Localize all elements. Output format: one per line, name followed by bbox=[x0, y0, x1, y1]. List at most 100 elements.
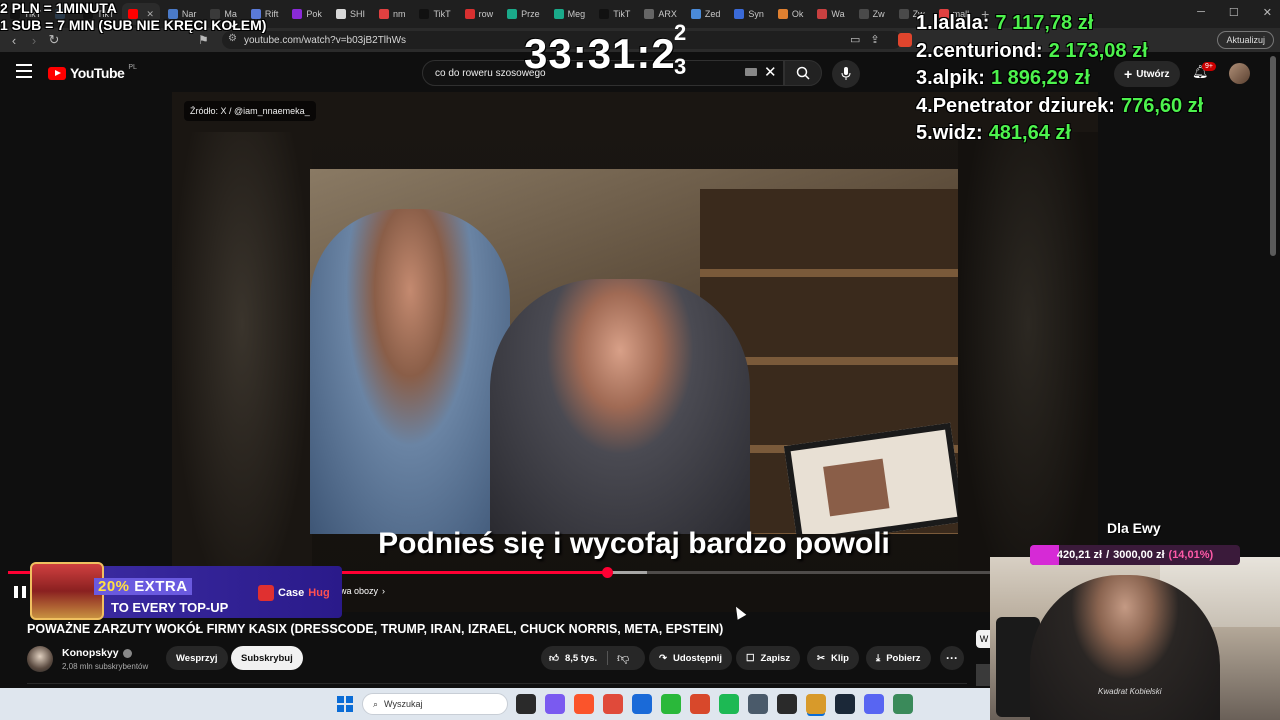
bookmark-icon[interactable]: ⚑ bbox=[198, 33, 209, 47]
save-label: Zapisz bbox=[760, 652, 791, 664]
menu-icon[interactable] bbox=[16, 64, 32, 78]
taskbar-search[interactable]: ⌕ Wyszukaj bbox=[362, 693, 508, 715]
like-button[interactable]: 👍︎ 8,5 tys. bbox=[549, 646, 597, 670]
donation-goal-title: Dla Ewy bbox=[1107, 520, 1161, 536]
more-icon: ··· bbox=[946, 651, 958, 665]
tab-favicon-icon bbox=[335, 9, 346, 19]
share-label: Udostępnij bbox=[672, 652, 723, 664]
bookmark-outline-icon: ☐ bbox=[746, 652, 755, 664]
leaderboard-row: 1.lalala: 7 117,78 zł bbox=[916, 12, 1094, 35]
ad-brand-a: Case bbox=[278, 587, 305, 599]
browser-tab[interactable]: TikT bbox=[593, 3, 636, 25]
download-button[interactable]: ⤓ Pobierz bbox=[866, 646, 931, 670]
tab-favicon-icon bbox=[690, 9, 701, 19]
browser-tab[interactable]: SHI bbox=[330, 3, 371, 25]
channel-name-text: Konopskyy bbox=[62, 647, 119, 659]
content-divider bbox=[27, 683, 967, 684]
tab-label: SHI bbox=[349, 9, 365, 19]
browser-tab[interactable]: row bbox=[459, 3, 500, 25]
browser-tab[interactable]: Wa bbox=[811, 3, 850, 25]
streamer-webcam: Kwadrat Kobielski bbox=[990, 557, 1280, 720]
extension-icons: ▭ ⇪ bbox=[850, 33, 880, 46]
tab-favicon-icon bbox=[898, 9, 909, 19]
tab-label: nm bbox=[392, 9, 406, 19]
share-icon[interactable]: ⇪ bbox=[870, 33, 879, 46]
copilot-icon[interactable] bbox=[545, 694, 565, 714]
tab-favicon-icon bbox=[507, 9, 518, 19]
tab-favicon-icon bbox=[734, 9, 745, 19]
leaderboard-row: 4.Penetrator dziurek: 776,60 zł bbox=[916, 94, 1204, 117]
back-icon[interactable]: ‹ bbox=[4, 33, 24, 48]
browser-tab[interactable]: Meg bbox=[548, 3, 592, 25]
clip-button[interactable]: ✂ Klip bbox=[807, 646, 859, 670]
share-button[interactable]: ↷ Udostępnij bbox=[649, 646, 733, 670]
site-settings-icon[interactable]: ⚙ bbox=[228, 33, 237, 44]
browser-tab[interactable]: Syn bbox=[728, 3, 770, 25]
browser-tab[interactable]: Zw bbox=[853, 3, 891, 25]
leaderboard-row: 5.widz: 481,64 zł bbox=[916, 122, 1071, 145]
tab-favicon-icon bbox=[858, 9, 869, 19]
steam-icon[interactable] bbox=[835, 694, 855, 714]
url-text: youtube.com/watch?v=b03jB2TlhWs bbox=[244, 34, 407, 46]
calculator-icon[interactable] bbox=[748, 694, 768, 714]
tab-label: Wa bbox=[831, 9, 845, 19]
app2-icon[interactable] bbox=[893, 694, 913, 714]
obs-icon[interactable] bbox=[777, 694, 797, 714]
screen-cast-icon[interactable]: ▭ bbox=[850, 33, 860, 46]
browser-tab[interactable]: TikT bbox=[413, 3, 456, 25]
spotify-icon[interactable] bbox=[719, 694, 739, 714]
tab-label: Meg bbox=[567, 9, 586, 19]
like-count: 8,5 tys. bbox=[564, 652, 598, 664]
brave-alt-icon[interactable] bbox=[690, 694, 710, 714]
store-icon[interactable] bbox=[632, 694, 652, 714]
ad-brand: Case Hug bbox=[258, 585, 330, 601]
tab-favicon-icon bbox=[292, 9, 303, 19]
search-icon: ⌕ bbox=[373, 698, 379, 709]
support-button[interactable]: Wesprzyj bbox=[166, 646, 228, 670]
browser-tab[interactable]: Pok bbox=[286, 3, 328, 25]
tab-favicon-icon bbox=[817, 9, 828, 19]
goal-current: 420,21 zł bbox=[1056, 549, 1103, 561]
tab-favicon-icon bbox=[599, 9, 610, 19]
timer-digit-bottom: 3 bbox=[674, 54, 687, 79]
forward-icon[interactable]: › bbox=[24, 33, 44, 48]
shirt-print: Kwadrat Kobielski bbox=[1098, 687, 1162, 696]
browser-tab[interactable]: Prze bbox=[501, 3, 546, 25]
tab-label: Ok bbox=[791, 9, 804, 19]
windows-taskbar: ⌕ Wyszukaj bbox=[0, 688, 990, 720]
search-button[interactable] bbox=[784, 60, 822, 86]
donation-goal-bar: 420,21 zł / 3000,00 zł (14,01%) bbox=[1030, 545, 1240, 565]
voice-search-button[interactable] bbox=[832, 60, 860, 88]
thumbs-up-icon: 👍︎ bbox=[549, 653, 559, 664]
channel-avatar[interactable] bbox=[27, 646, 53, 672]
keyboard-icon[interactable] bbox=[745, 68, 757, 76]
windows-start-icon[interactable] bbox=[337, 696, 353, 712]
discord-icon[interactable] bbox=[864, 694, 884, 714]
progress-scrubber[interactable] bbox=[601, 567, 613, 578]
brave-shield-icon[interactable] bbox=[898, 33, 912, 47]
subscribe-button[interactable]: Subskrybuj bbox=[231, 646, 303, 670]
ad-brand-b: Hug bbox=[308, 587, 330, 599]
like-divider bbox=[607, 651, 608, 665]
ad-subline: TO EVERY TOP-UP bbox=[111, 600, 229, 615]
clear-search-icon[interactable]: ✕ bbox=[764, 63, 777, 81]
reload-icon[interactable]: ↻ bbox=[44, 32, 64, 48]
browser-tab[interactable]: Ok bbox=[772, 3, 810, 25]
channel-name[interactable]: Konopskyy bbox=[62, 647, 132, 659]
brave-icon[interactable] bbox=[574, 694, 594, 714]
save-button[interactable]: ☐ Zapisz bbox=[736, 646, 801, 670]
app-icon[interactable] bbox=[806, 694, 826, 714]
game-icon[interactable] bbox=[661, 694, 681, 714]
chrome-icon[interactable] bbox=[603, 694, 623, 714]
browser-tab[interactable]: Zed bbox=[685, 3, 727, 25]
browser-tab[interactable]: nm bbox=[373, 3, 412, 25]
progress-loaded bbox=[606, 571, 648, 574]
youtube-logo[interactable]: YouTube PL bbox=[48, 64, 137, 81]
tab-label: TikT bbox=[433, 9, 451, 19]
chapter-button[interactable]: wa obozy › bbox=[340, 586, 385, 596]
dislike-button[interactable]: 👎︎ bbox=[617, 651, 629, 666]
task-view-icon[interactable] bbox=[516, 694, 536, 714]
pause-button[interactable] bbox=[14, 586, 28, 600]
like-dislike-group: 👍︎ 8,5 tys. 👎︎ bbox=[541, 646, 645, 670]
more-actions-button[interactable]: ··· bbox=[940, 646, 964, 670]
